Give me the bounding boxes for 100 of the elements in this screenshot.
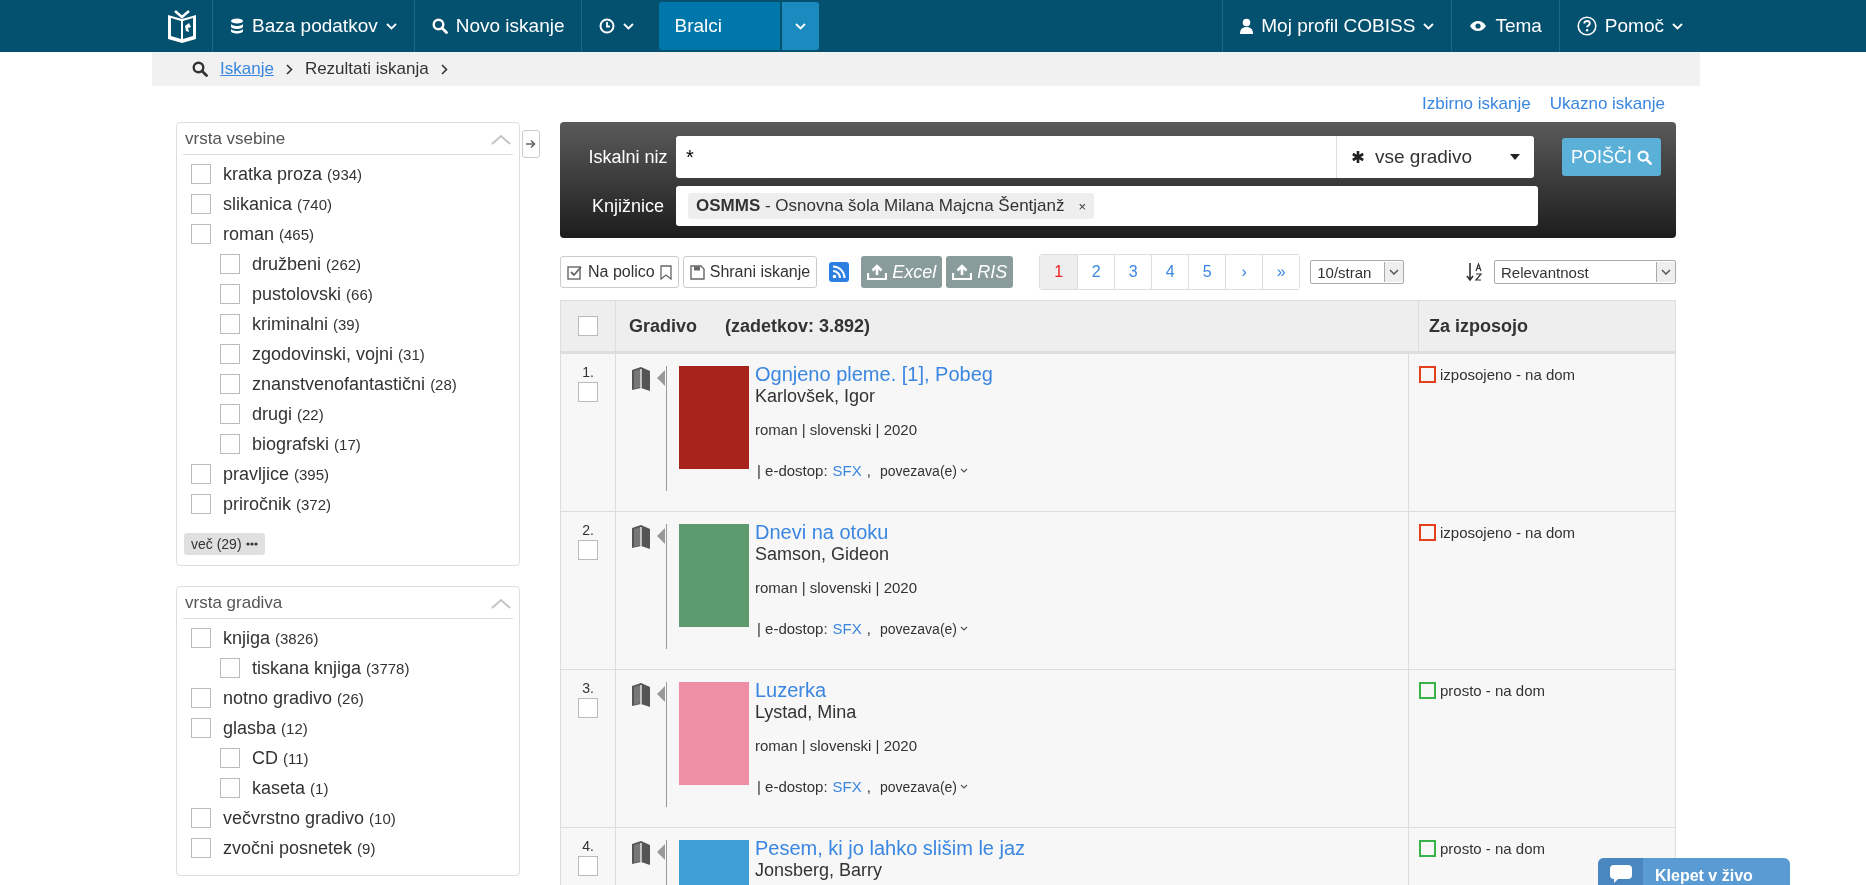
library-field[interactable]: OSMMS - Osnovna šola Milana Majcna Šentjanž × bbox=[676, 186, 1538, 226]
facet-option[interactable]: CD (11) bbox=[220, 743, 513, 773]
checkbox[interactable] bbox=[220, 778, 240, 798]
checkbox[interactable] bbox=[191, 808, 211, 828]
facet-option[interactable]: znanstvenofantastični (28) bbox=[220, 369, 513, 399]
book-logo-icon[interactable] bbox=[166, 9, 198, 43]
access-label: | e-dostop: bbox=[757, 620, 828, 637]
facet-option[interactable]: družbeni (262) bbox=[220, 249, 513, 279]
material-dropdown[interactable]: vse gradivo bbox=[1336, 136, 1534, 178]
links-dropdown[interactable]: povezava(e) bbox=[879, 620, 968, 637]
collapse-sidebar-button[interactable] bbox=[522, 130, 540, 158]
search-icon bbox=[1637, 149, 1652, 165]
column-header: Gradivo bbox=[629, 315, 698, 337]
checkbox[interactable] bbox=[578, 698, 598, 718]
sfx-link[interactable]: SFX bbox=[832, 778, 862, 795]
checkbox[interactable] bbox=[191, 464, 211, 484]
page-button[interactable]: » bbox=[1262, 255, 1300, 289]
checkbox[interactable] bbox=[220, 404, 240, 424]
checkbox[interactable] bbox=[191, 494, 211, 514]
checkbox[interactable] bbox=[578, 540, 598, 560]
facet-option[interactable]: pravljice (395) bbox=[191, 459, 513, 489]
chevron-up-icon[interactable] bbox=[491, 133, 511, 145]
add-to-shelf-button[interactable]: Na polico bbox=[560, 256, 679, 288]
facet-label: zgodovinski, vojni (31) bbox=[252, 343, 425, 365]
facet-option[interactable]: pustolovski (66) bbox=[220, 279, 513, 309]
result-details: roman | slovenski | 2020 bbox=[755, 421, 919, 438]
checkbox[interactable] bbox=[191, 224, 211, 244]
facet-option[interactable]: večvrstno gradivo (10) bbox=[191, 803, 513, 833]
more-button[interactable]: več (29) bbox=[184, 533, 265, 555]
facet-option[interactable]: tiskana knjiga (3778) bbox=[220, 653, 513, 683]
remove-tag-button[interactable]: × bbox=[1078, 198, 1087, 214]
facet-label: priročnik (372) bbox=[223, 493, 332, 515]
facet-option[interactable]: zvočni posnetek (9) bbox=[191, 833, 513, 863]
facet-option[interactable]: priročnik (372) bbox=[191, 489, 513, 519]
rss-feed-icon[interactable] bbox=[829, 262, 850, 282]
search-mode-link[interactable]: Ukazno iskanje bbox=[1549, 94, 1665, 114]
sfx-link[interactable]: SFX bbox=[832, 462, 862, 479]
chevron-down-icon bbox=[960, 626, 968, 631]
save-search-button[interactable]: Shrani iskanje bbox=[682, 256, 818, 288]
checkbox[interactable] bbox=[191, 194, 211, 214]
checkbox[interactable] bbox=[220, 658, 240, 678]
checkbox[interactable] bbox=[191, 718, 211, 738]
facet-label: roman (465) bbox=[223, 223, 315, 245]
facet-option[interactable]: kriminalni (39) bbox=[220, 309, 513, 339]
facet-label: biografski (17) bbox=[252, 433, 361, 455]
checkbox[interactable] bbox=[220, 344, 240, 364]
separator-text: , bbox=[866, 620, 871, 637]
facet-option[interactable]: zgodovinski, vojni (31) bbox=[220, 339, 513, 369]
checkbox[interactable] bbox=[220, 374, 240, 394]
checkbox[interactable] bbox=[191, 628, 211, 648]
links-dropdown[interactable]: povezava(e) bbox=[879, 778, 968, 795]
facet-option[interactable]: glasba (12) bbox=[191, 713, 513, 743]
search-mode-link[interactable]: Izbirno iskanje bbox=[1422, 94, 1531, 114]
checkbox[interactable] bbox=[578, 382, 598, 402]
checkbox[interactable] bbox=[191, 838, 211, 858]
links-dropdown[interactable]: povezava(e) bbox=[879, 462, 968, 479]
chevron-right-icon bbox=[285, 63, 293, 75]
checkbox[interactable] bbox=[191, 164, 211, 184]
facet-option[interactable]: kaseta (1) bbox=[220, 773, 513, 803]
page-size-dropdown[interactable]: 10/stran bbox=[1310, 260, 1405, 284]
result-details: roman | slovenski | 2020 bbox=[755, 579, 919, 596]
facet-option[interactable]: knjiga (3826) bbox=[191, 623, 513, 653]
checkbox[interactable] bbox=[220, 254, 240, 274]
facet-label: CD (11) bbox=[252, 747, 309, 769]
field-label: Knjižnice bbox=[590, 195, 665, 217]
facet-title: vrsta gradiva bbox=[185, 593, 283, 613]
column-header: Za izposojo bbox=[1429, 315, 1528, 337]
facet-option[interactable]: slikanica (740) bbox=[191, 189, 513, 219]
facet-label: knjiga (3826) bbox=[223, 627, 319, 649]
chevron-up-icon[interactable] bbox=[491, 597, 511, 609]
bralci-tab[interactable]: Bralci bbox=[659, 2, 781, 50]
facet-label: slikanica (740) bbox=[223, 193, 333, 215]
facet-option[interactable]: biografski (17) bbox=[220, 429, 513, 459]
checkbox[interactable] bbox=[578, 856, 598, 876]
facet-label: pravljice (395) bbox=[223, 463, 330, 485]
facet-option[interactable]: roman (465) bbox=[191, 219, 513, 249]
sort-dropdown[interactable]: Relevantnost bbox=[1494, 260, 1676, 284]
checkbox[interactable] bbox=[220, 748, 240, 768]
facet-option[interactable]: kratka proza (934) bbox=[191, 159, 513, 189]
availability-status: izposojeno - na dom bbox=[1440, 524, 1576, 541]
checkbox[interactable] bbox=[220, 284, 240, 304]
access-label: | e-dostop: bbox=[757, 462, 828, 479]
checkbox[interactable] bbox=[220, 314, 240, 334]
chevron-down-icon bbox=[960, 784, 968, 789]
search-icon bbox=[192, 61, 208, 77]
select-all-checkbox[interactable] bbox=[578, 316, 598, 336]
facet-label: družbeni (262) bbox=[252, 253, 362, 275]
result-number: 4. bbox=[582, 838, 594, 854]
separator-text: , bbox=[866, 462, 871, 479]
search-field[interactable]: * bbox=[676, 136, 1336, 178]
dropdown-button[interactable] bbox=[782, 2, 820, 50]
facet-label: kratka proza (934) bbox=[223, 163, 363, 185]
checkbox[interactable] bbox=[191, 688, 211, 708]
facet-option[interactable]: drugi (22) bbox=[220, 399, 513, 429]
checkbox[interactable] bbox=[220, 434, 240, 454]
facet-option[interactable]: notno gradivo (26) bbox=[191, 683, 513, 713]
result-author: Lystad, Mina bbox=[755, 702, 858, 723]
page-button[interactable]: 1 bbox=[1040, 255, 1078, 289]
availability-status: prosto - na dom bbox=[1440, 682, 1546, 699]
sfx-link[interactable]: SFX bbox=[832, 620, 862, 637]
